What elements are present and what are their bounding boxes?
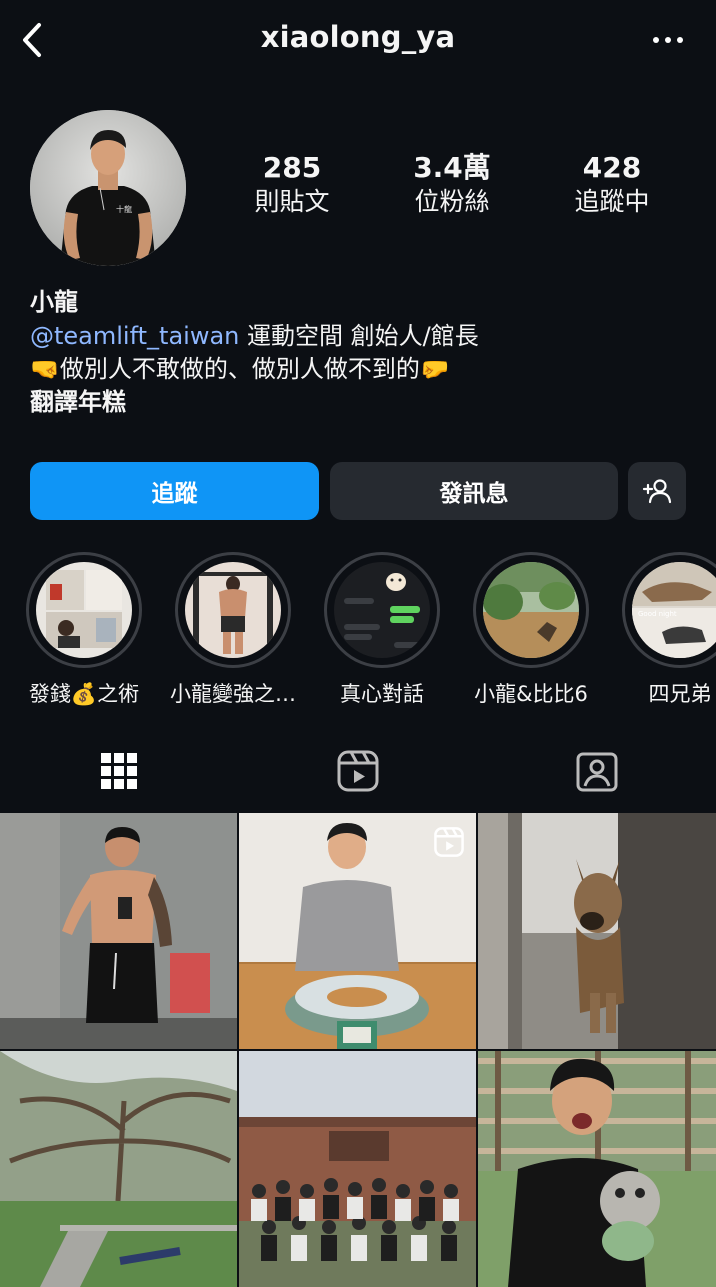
profile-username: xiaolong_ya [260, 20, 456, 54]
post-thumbnail[interactable] [0, 1051, 237, 1287]
highlight-ring: Good night [622, 552, 716, 668]
more-horizontal-icon [653, 37, 659, 43]
following-count[interactable]: 428 追蹤中 [532, 150, 692, 218]
highlight-thumbnail: Good night [632, 562, 716, 658]
top-bar: xiaolong_ya [0, 0, 716, 80]
add-person-icon [642, 479, 672, 504]
posts-count[interactable]: 285 則貼文 [212, 150, 372, 218]
highlight-thumbnail [185, 562, 281, 658]
profile-stats: 285 則貼文 3.4萬 位粉絲 428 追蹤中 [212, 150, 692, 218]
profile-bio: 小龍 @teamlift_taiwan 運動空間 創始人/館長 🤜做別人不敢做的… [30, 284, 690, 419]
profile-tabs [0, 730, 716, 812]
posts-grid [0, 813, 716, 1287]
tab-posts-grid[interactable] [0, 730, 239, 812]
suggested-users-button[interactable] [628, 462, 686, 520]
reels-icon [337, 750, 379, 792]
tagged-icon [576, 752, 618, 792]
highlight-label: 發錢💰之術 [28, 682, 140, 706]
followers-count-label: 位粉絲 [414, 187, 490, 216]
more-options-button[interactable] [644, 22, 692, 58]
tab-reels[interactable] [239, 730, 478, 812]
post-thumbnail[interactable] [0, 813, 237, 1049]
highlight-label: 小龍&比比6 [474, 682, 588, 706]
highlight-label: 小龍變強之… [170, 682, 296, 706]
highlight-thumbnail [483, 562, 579, 658]
highlight-ring [26, 552, 142, 668]
highlight-thumbnail [334, 562, 430, 658]
profile-avatar[interactable]: 十龍 [30, 110, 186, 266]
bio-mention-link[interactable]: @teamlift_taiwan [30, 322, 239, 350]
bio-line-2: 🤜做別人不敢做的、做別人做不到的🤛 [30, 355, 450, 383]
highlight-item[interactable]: Good night 四兄弟 [605, 552, 716, 708]
post-thumbnail[interactable] [239, 813, 476, 1049]
post-thumbnail[interactable] [239, 1051, 476, 1287]
bio-line-1-text: 運動空間 創始人/館長 [239, 322, 479, 350]
svg-text:十龍: 十龍 [116, 204, 132, 214]
highlight-ring [324, 552, 440, 668]
tab-tagged[interactable] [477, 730, 716, 812]
following-count-label: 追蹤中 [574, 187, 650, 216]
message-button[interactable]: 發訊息 [330, 462, 618, 520]
post-thumbnail[interactable] [478, 813, 716, 1049]
followers-count-value: 3.4萬 [413, 151, 491, 184]
reels-badge-icon [434, 827, 464, 857]
follow-button[interactable]: 追蹤 [30, 462, 319, 520]
bio-line-1: @teamlift_taiwan 運動空間 創始人/館長 [30, 320, 690, 353]
highlight-ring [175, 552, 291, 668]
highlight-item[interactable]: 發錢💰之術 [9, 552, 159, 708]
highlight-item[interactable]: 小龍變強之… [158, 552, 308, 708]
translate-link[interactable]: 翻譯年糕 [30, 386, 690, 419]
svg-text:Good night: Good night [638, 610, 677, 618]
posts-count-label: 則貼文 [254, 187, 330, 216]
highlight-item[interactable]: 小龍&比比6 [456, 552, 606, 708]
following-count-value: 428 [582, 151, 642, 184]
highlight-item[interactable]: 真心對話 [307, 552, 457, 708]
grid-icon [101, 753, 138, 789]
highlight-label: 真心對話 [340, 682, 424, 706]
highlight-label: 四兄弟 [648, 682, 712, 706]
posts-count-value: 285 [262, 151, 322, 184]
followers-count[interactable]: 3.4萬 位粉絲 [372, 150, 532, 218]
highlight-thumbnail [36, 562, 132, 658]
story-highlights: 發錢💰之術 小龍變強之… 真心對話 小龍&比比6 Good night 四兄弟 [0, 552, 716, 712]
display-name: 小龍 [30, 288, 78, 316]
post-thumbnail[interactable] [478, 1051, 716, 1287]
highlight-ring [473, 552, 589, 668]
